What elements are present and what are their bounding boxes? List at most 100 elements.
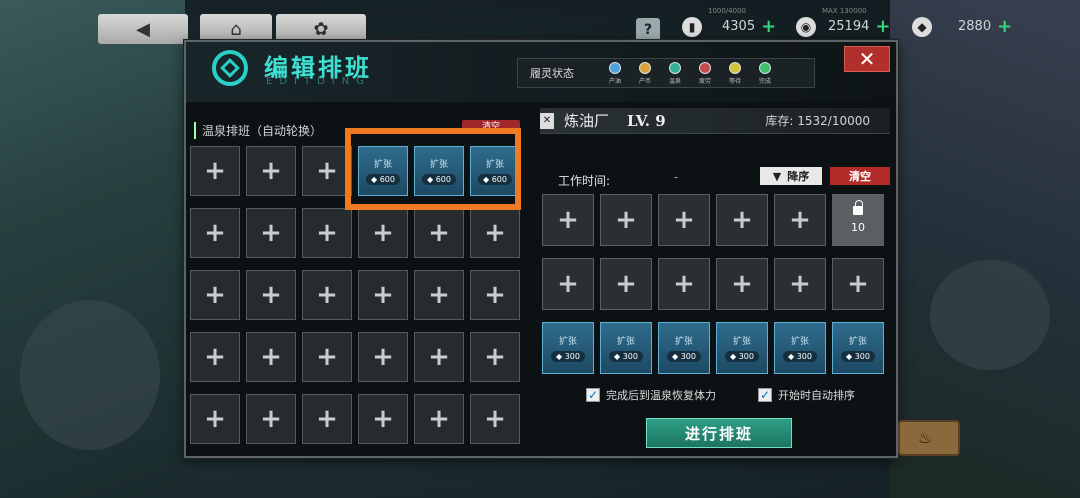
status-coin: 产币 xyxy=(630,61,660,85)
plus-icon: + xyxy=(204,156,226,186)
status-oil: 产油 xyxy=(600,61,630,85)
unlock-level: 10 xyxy=(851,221,865,234)
add-slot-button[interactable]: + xyxy=(246,208,296,258)
coin-status-icon xyxy=(639,61,651,74)
add-coin-button[interactable]: + xyxy=(875,16,890,37)
expand-slot-button[interactable]: 扩张 ◆ 300 xyxy=(542,322,594,374)
oil-resource: ▮ 1000/4000 4305 + xyxy=(682,7,776,37)
facility-icon: ✕ xyxy=(540,112,554,129)
add-slot-button[interactable]: + xyxy=(246,270,296,320)
work-time-value: - xyxy=(674,170,679,184)
expand-slot-button[interactable]: 扩张 ◆ 300 xyxy=(658,322,710,374)
add-worker-slot-button[interactable]: + xyxy=(542,258,594,310)
add-worker-slot-button[interactable]: + xyxy=(716,194,768,246)
sort-descending-button[interactable]: ▼ 降序 xyxy=(760,167,822,185)
facility-clear-button[interactable]: 清空 xyxy=(830,167,890,185)
facility-level: LV. 9 xyxy=(627,111,666,130)
expand-label: 扩张 xyxy=(616,337,635,347)
plus-icon: + xyxy=(316,404,338,434)
expand-slot-button[interactable]: 扩张 ◆ 300 xyxy=(600,322,652,374)
plus-icon: + xyxy=(557,205,579,235)
facility-header: ✕ 炼油厂 LV. 9 库存: 1532/10000 xyxy=(540,108,890,134)
locked-slot: 10 xyxy=(832,194,884,246)
add-worker-slot-button[interactable]: + xyxy=(658,194,710,246)
plus-icon: + xyxy=(260,342,282,372)
plus-icon: + xyxy=(615,269,637,299)
triangle-down-icon: ▼ xyxy=(772,169,782,183)
add-slot-button[interactable]: + xyxy=(302,208,352,258)
plus-icon: + xyxy=(204,342,226,372)
add-slot-button[interactable]: + xyxy=(302,270,352,320)
status-done: 完成 xyxy=(750,61,780,85)
add-worker-slot-button[interactable]: + xyxy=(542,194,594,246)
diamond-resource: ◆ 2880 + xyxy=(912,16,1012,37)
add-worker-slot-button[interactable]: + xyxy=(832,258,884,310)
add-slot-button[interactable]: + xyxy=(414,208,464,258)
diamond-cost: ◆ 300 xyxy=(551,351,585,362)
add-oil-button[interactable]: + xyxy=(761,16,776,37)
add-slot-button[interactable]: + xyxy=(414,394,464,444)
add-slot-button[interactable]: + xyxy=(190,270,240,320)
add-slot-button[interactable]: + xyxy=(190,394,240,444)
add-slot-button[interactable]: + xyxy=(246,394,296,444)
work-time-label: 工作时间: xyxy=(558,174,611,188)
background-rock xyxy=(20,300,160,450)
status-waiting: 等待 xyxy=(720,61,750,85)
oil-barrel-icon: ▮ xyxy=(682,16,702,37)
close-button[interactable]: ✕ xyxy=(844,46,890,72)
add-slot-button[interactable]: + xyxy=(302,394,352,444)
coin-resource: ◉ MAX 130000 25194 + xyxy=(796,7,890,37)
plus-icon: + xyxy=(316,342,338,372)
add-slot-button[interactable]: + xyxy=(470,208,520,258)
expand-slot-button[interactable]: 扩张 ◆ 300 xyxy=(774,322,826,374)
add-slot-button[interactable]: + xyxy=(190,332,240,382)
add-worker-slot-button[interactable]: + xyxy=(600,258,652,310)
expand-slot-button[interactable]: 扩张 ◆ 300 xyxy=(832,322,884,374)
add-slot-button[interactable]: + xyxy=(190,208,240,258)
fatigue-status-icon xyxy=(699,61,711,74)
diamond-cost: ◆ 300 xyxy=(609,351,643,362)
add-slot-button[interactable]: + xyxy=(470,332,520,382)
add-worker-slot-button[interactable]: + xyxy=(600,194,652,246)
restore-stamina-checkbox[interactable]: ✓ 完成后到温泉恢复体力 xyxy=(586,387,716,403)
add-slot-button[interactable]: + xyxy=(470,270,520,320)
add-slot-button[interactable]: + xyxy=(358,208,408,258)
plus-icon: + xyxy=(428,404,450,434)
add-slot-button[interactable]: + xyxy=(358,270,408,320)
panel-subtitle: EDITDING xyxy=(266,76,371,87)
add-worker-slot-button[interactable]: + xyxy=(774,194,826,246)
diamond-icon: ◆ xyxy=(912,16,932,37)
coin-value: 25194 xyxy=(828,19,870,34)
home-icon: ⌂ xyxy=(230,18,242,40)
oil-value: 4305 xyxy=(722,19,756,34)
expand-label: 扩张 xyxy=(848,337,867,347)
background-rock xyxy=(930,260,1050,370)
add-slot-button[interactable]: + xyxy=(358,394,408,444)
add-slot-button[interactable]: + xyxy=(246,146,296,196)
add-slot-button[interactable]: + xyxy=(246,332,296,382)
add-slot-button[interactable]: + xyxy=(358,332,408,382)
plus-icon: + xyxy=(789,205,811,235)
expand-slot-button[interactable]: 扩张 ◆ 300 xyxy=(716,322,768,374)
add-worker-slot-button[interactable]: + xyxy=(774,258,826,310)
back-button[interactable]: ◀ xyxy=(98,14,188,44)
plus-icon: + xyxy=(260,218,282,248)
add-slot-button[interactable]: + xyxy=(414,332,464,382)
done-status-icon xyxy=(759,61,771,74)
plus-icon: + xyxy=(260,156,282,186)
panel-header: 编辑排班 EDITDING 履灵状态 产油 产币 温泉 疲劳 等待 完成 xyxy=(186,42,896,102)
add-slot-button[interactable]: + xyxy=(190,146,240,196)
hotspring-schedule-label: 温泉排班（自动轮换） xyxy=(194,122,322,139)
add-slot-button[interactable]: + xyxy=(470,394,520,444)
auto-sort-checkbox[interactable]: ✓ 开始时自动排序 xyxy=(758,387,855,403)
add-worker-slot-button[interactable]: + xyxy=(658,258,710,310)
add-diamond-button[interactable]: + xyxy=(997,16,1012,37)
help-button[interactable]: ? xyxy=(636,18,660,42)
start-schedule-button[interactable]: 进行排班 xyxy=(646,418,792,448)
add-worker-slot-button[interactable]: + xyxy=(716,258,768,310)
plus-icon: + xyxy=(615,205,637,235)
facility-slot-grid: + + + + +10 + + + + + + 扩张 ◆ 300 扩张 ◆ 300 扩张 ◆ 300 扩张 ◆ 30… xyxy=(542,194,892,380)
add-slot-button[interactable]: + xyxy=(302,332,352,382)
add-slot-button[interactable]: + xyxy=(414,270,464,320)
plus-icon: + xyxy=(484,342,506,372)
